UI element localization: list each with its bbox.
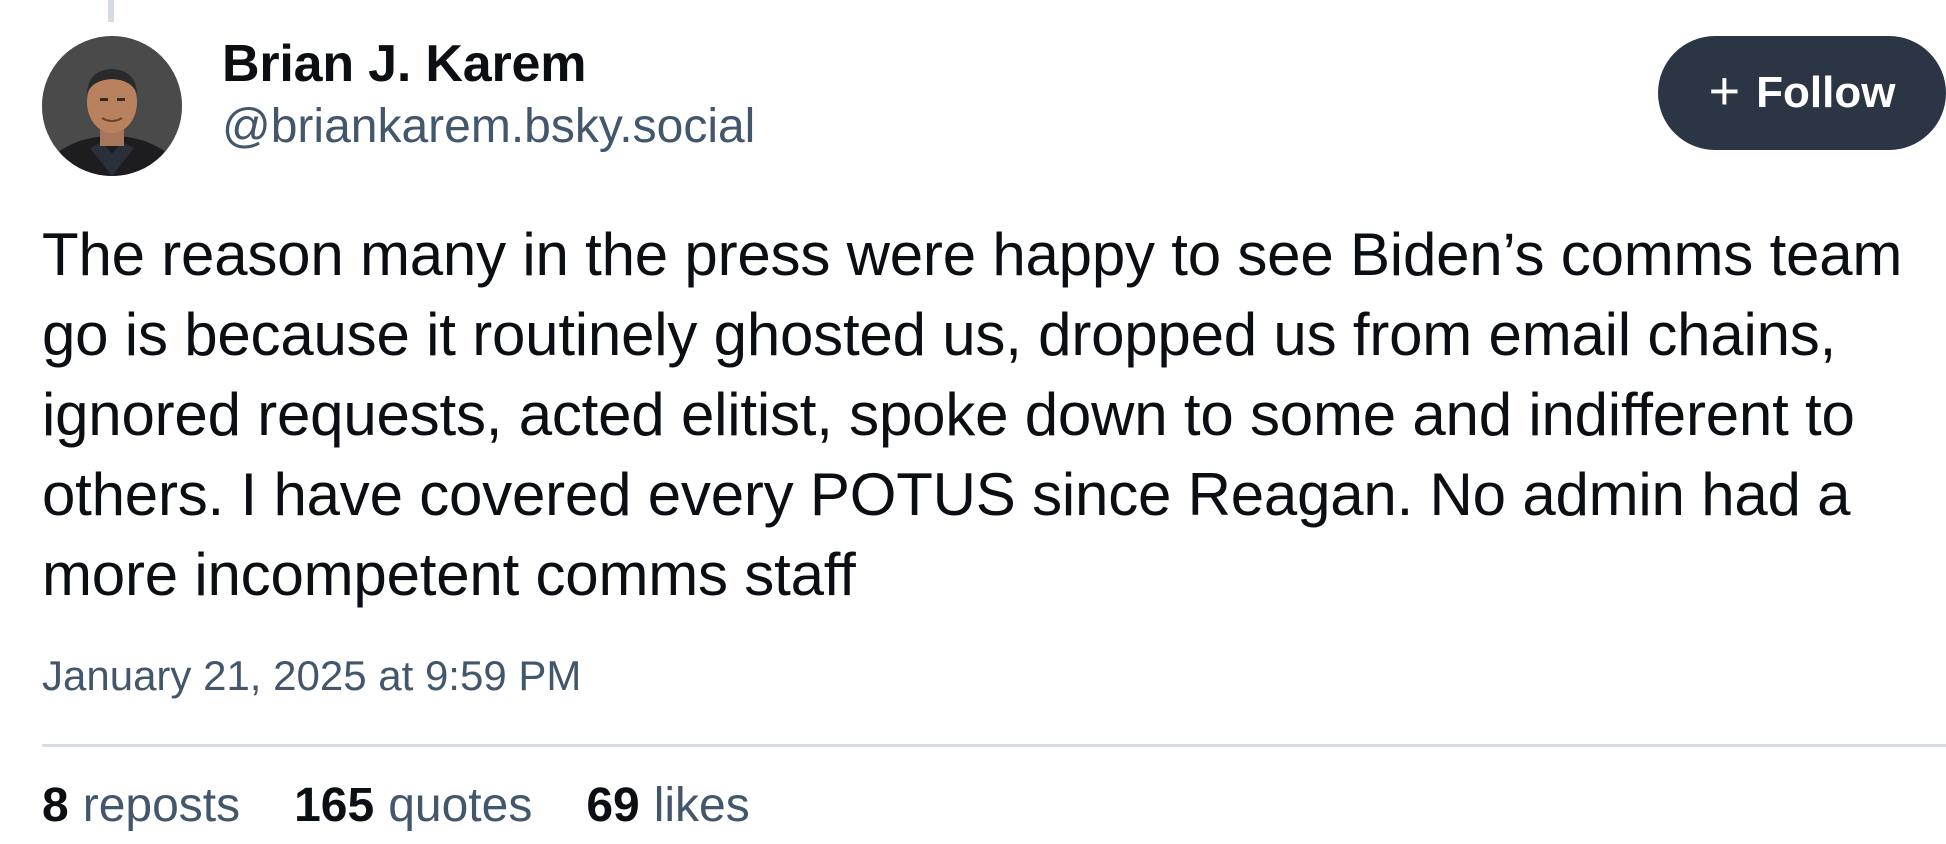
avatar-photo [42, 36, 182, 176]
reposts-count: 8 [42, 779, 69, 832]
author-display-name[interactable]: Brian J. Karem [222, 35, 755, 93]
post-stats: 8 reposts 165 quotes 69 likes [42, 778, 750, 833]
post-text: The reason many in the press were happy … [42, 221, 1903, 608]
follow-button[interactable]: + Follow [1658, 36, 1946, 150]
quotes-stat[interactable]: 165 quotes [294, 778, 532, 833]
quotes-count: 165 [294, 779, 375, 832]
likes-label: likes [653, 779, 750, 832]
divider [42, 744, 1946, 747]
plus-icon: + [1708, 61, 1741, 121]
likes-count: 69 [586, 779, 640, 832]
reposts-label: reposts [82, 779, 241, 832]
author-info: Brian J. Karem @briankarem.bsky.social [222, 35, 755, 154]
post: Brian J. Karem @briankarem.bsky.social +… [42, 0, 1946, 844]
avatar[interactable] [42, 36, 182, 176]
reposts-stat[interactable]: 8 reposts [42, 778, 240, 833]
post-timestamp[interactable]: January 21, 2025 at 9:59 PM [42, 652, 581, 700]
follow-button-label: Follow [1756, 68, 1896, 117]
quotes-label: quotes [388, 779, 533, 832]
author-handle[interactable]: @briankarem.bsky.social [222, 100, 755, 154]
likes-stat[interactable]: 69 likes [586, 778, 749, 833]
